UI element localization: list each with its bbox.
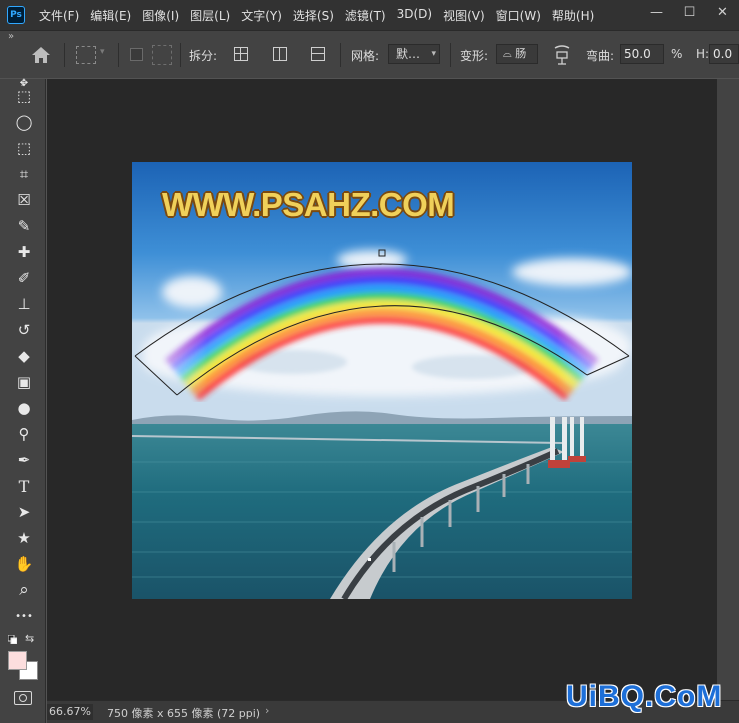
- right-panel-edge: [717, 79, 739, 700]
- custom-shape-tool-icon[interactable]: ★: [13, 528, 35, 548]
- menu-window[interactable]: 窗口(W): [496, 7, 541, 24]
- document-canvas[interactable]: WWW.PSAHZ.COM: [132, 162, 632, 599]
- close-button[interactable]: ✕: [706, 0, 739, 24]
- separator: [450, 43, 451, 67]
- zoom-tool-icon[interactable]: ⌕: [13, 580, 35, 600]
- separator: [180, 43, 181, 67]
- grid-select-value: 默…: [396, 47, 421, 61]
- menu-select[interactable]: 选择(S): [293, 7, 334, 24]
- zoom-level-field[interactable]: 66.67%: [47, 704, 93, 720]
- eraser-tool-icon[interactable]: ◆: [13, 346, 35, 366]
- type-tool-icon[interactable]: T: [13, 476, 35, 496]
- site-logo: UiBQ.CoM: [566, 680, 723, 713]
- menu-help[interactable]: 帮助(H): [552, 7, 594, 24]
- warp-style-select[interactable]: ⌓ 肠: [496, 44, 538, 64]
- maximize-button[interactable]: ☐: [673, 0, 706, 24]
- split-horizontal-button[interactable]: [311, 47, 325, 61]
- horizontal-distortion-label: H:: [696, 47, 710, 61]
- hand-tool-icon[interactable]: ✋: [13, 554, 35, 574]
- main-menu: 文件(F) 编辑(E) 图像(I) 图层(L) 文字(Y) 选择(S) 滤镜(T…: [39, 7, 605, 24]
- grid-label: 网格:: [351, 49, 380, 63]
- document-workspace[interactable]: WWW.PSAHZ.COM: [47, 79, 717, 700]
- gradient-tool-icon[interactable]: ▣: [13, 372, 35, 392]
- home-icon[interactable]: [30, 45, 52, 65]
- menu-file[interactable]: 文件(F): [39, 7, 79, 24]
- bend-input[interactable]: 50.0: [620, 44, 664, 64]
- rectangular-marquee-tool-icon[interactable]: ⬚: [13, 86, 35, 106]
- history-brush-tool-icon[interactable]: ↺: [13, 320, 35, 340]
- document-info: 750 像素 x 655 像素 (72 ppi): [107, 707, 261, 720]
- minimize-button[interactable]: —: [640, 0, 673, 24]
- bend-unit: %: [671, 47, 683, 61]
- split-cross-button[interactable]: [234, 47, 248, 61]
- healing-brush-tool-icon[interactable]: ✚: [13, 242, 35, 262]
- swap-colors-icon[interactable]: ⇆: [25, 632, 34, 645]
- blur-tool-icon[interactable]: ●: [13, 398, 35, 418]
- horizontal-distortion-input[interactable]: 0.0: [709, 44, 739, 64]
- quick-mask-icon[interactable]: [14, 691, 32, 705]
- separator: [340, 43, 341, 67]
- menu-image[interactable]: 图像(I): [142, 7, 179, 24]
- warp-orientation-icon[interactable]: [552, 44, 572, 66]
- bend-label: 弯曲:: [586, 49, 615, 63]
- menu-edit[interactable]: 编辑(E): [90, 7, 131, 24]
- menu-layer[interactable]: 图层(L): [190, 7, 230, 24]
- photoshop-logo-icon[interactable]: Ps: [7, 6, 25, 24]
- options-bar: » ▾ 拆分: 网格: 默… ▾ 变形: ⌓ 肠 弯曲: 50.0 % H: 0…: [0, 30, 739, 78]
- grid-select[interactable]: 默… ▾: [388, 44, 440, 64]
- split-vertical-button[interactable]: [273, 47, 287, 61]
- menu-3d[interactable]: 3D(D): [397, 7, 432, 24]
- tool-preset-icon[interactable]: [76, 46, 96, 64]
- chevron-down-icon: ▾: [431, 49, 436, 59]
- canvas-image: [132, 162, 632, 599]
- menu-bar: Ps 文件(F) 编辑(E) 图像(I) 图层(L) 文字(Y) 选择(S) 滤…: [0, 0, 739, 30]
- window-controls: — ☐ ✕: [640, 0, 739, 30]
- watermark-text: WWW.PSAHZ.COM: [162, 186, 455, 223]
- reference-point-grid-icon: [152, 45, 172, 65]
- path-selection-tool-icon[interactable]: ➤: [13, 502, 35, 522]
- default-colors-icon[interactable]: [8, 635, 17, 644]
- more-tools-icon[interactable]: •••: [13, 606, 35, 626]
- dodge-tool-icon[interactable]: ⚲: [13, 424, 35, 444]
- warp-label: 变形:: [460, 49, 489, 63]
- pen-tool-icon[interactable]: ✒: [13, 450, 35, 470]
- eyedropper-tool-icon[interactable]: ✎: [13, 216, 35, 236]
- menu-filter[interactable]: 滤镜(T): [345, 7, 386, 24]
- tools-panel: ▴ ✥ ⬚ ◯ ⬚ ⌗ ☒ ✎ ✚ ✐ ⊥ ↺ ◆ ▣ ● ⚲ ✒ T ➤ ★ …: [0, 78, 46, 723]
- crop-tool-icon[interactable]: ⌗: [13, 164, 35, 184]
- clone-stamp-tool-icon[interactable]: ⊥: [13, 294, 35, 314]
- frame-tool-icon[interactable]: ☒: [13, 190, 35, 210]
- split-label: 拆分:: [189, 49, 218, 63]
- lasso-tool-icon[interactable]: ◯: [13, 112, 35, 132]
- chevron-right-icon[interactable]: ›: [265, 704, 269, 717]
- quick-selection-tool-icon[interactable]: ⬚: [13, 138, 35, 158]
- collapse-panels-icon[interactable]: »: [8, 31, 14, 42]
- menu-view[interactable]: 视图(V): [443, 7, 485, 24]
- foreground-color-swatch[interactable]: [8, 651, 27, 670]
- menu-type[interactable]: 文字(Y): [241, 7, 282, 24]
- separator: [64, 43, 65, 67]
- brush-tool-icon[interactable]: ✐: [13, 268, 35, 288]
- chevron-down-icon[interactable]: ▾: [100, 47, 105, 57]
- reference-point-checkbox[interactable]: [130, 48, 143, 61]
- separator: [118, 43, 119, 67]
